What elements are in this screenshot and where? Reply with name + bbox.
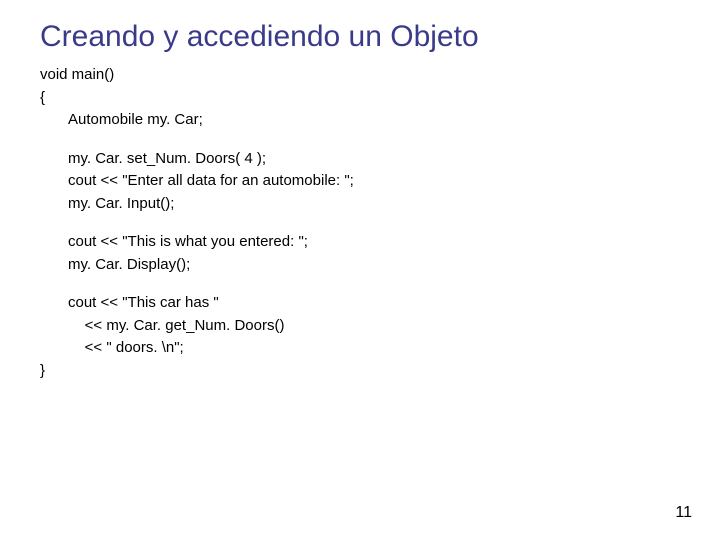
code-line: my. Car. set_Num. Doors( 4 ); — [68, 148, 680, 171]
blank-line — [68, 132, 680, 148]
code-line-open-brace: { — [40, 87, 680, 110]
code-line: my. Car. Input(); — [68, 193, 680, 216]
code-line: << " doors. \n"; — [68, 337, 680, 360]
code-line: cout << "This is what you entered: "; — [68, 231, 680, 254]
code-line: my. Car. Display(); — [68, 254, 680, 277]
code-line: Automobile my. Car; — [68, 109, 680, 132]
code-line: cout << "This car has " — [68, 292, 680, 315]
blank-line — [68, 276, 680, 292]
code-block: void main() { Automobile my. Car; my. Ca… — [40, 64, 680, 382]
code-line-fn: void main() — [40, 64, 680, 87]
code-line-close-brace: } — [40, 360, 680, 383]
page-number: 11 — [675, 504, 692, 522]
blank-line — [68, 215, 680, 231]
code-line: cout << "Enter all data for an automobil… — [68, 170, 680, 193]
slide: Creando y accediendo un Objeto void main… — [0, 0, 720, 540]
slide-title: Creando y accediendo un Objeto — [40, 20, 680, 54]
code-line: << my. Car. get_Num. Doors() — [68, 315, 680, 338]
code-body: Automobile my. Car; my. Car. set_Num. Do… — [68, 109, 680, 360]
